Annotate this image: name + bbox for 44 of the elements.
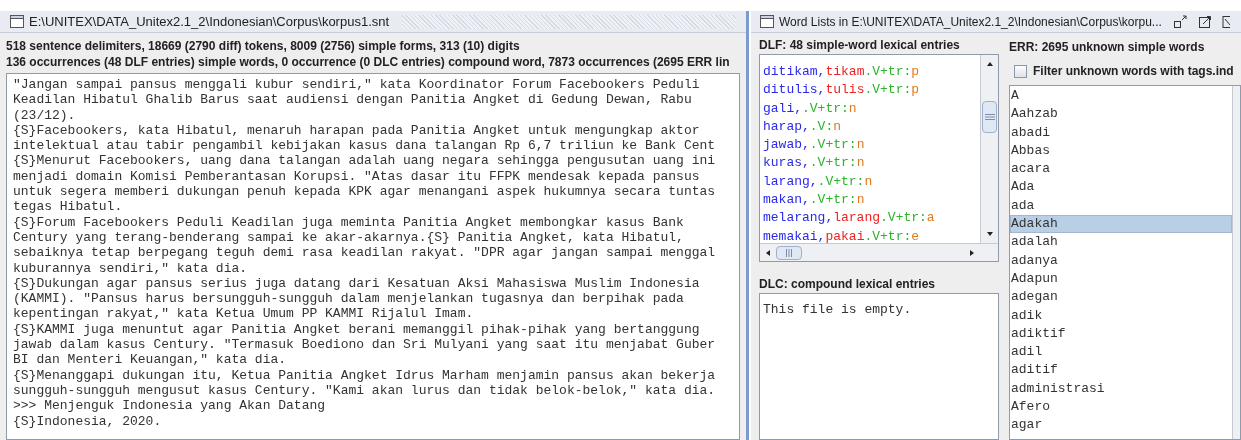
dlf-entry[interactable]: gali,.V+tr:n (763, 99, 980, 118)
word-item[interactable]: Adakah (1010, 215, 1232, 234)
text-line: (KAMMI). "Pansus harus bersungguh-sungguh dalam menjelankan tugasnya dan berpihak pada (13, 291, 685, 307)
text-line: sebaiknya tetap berpegang teguh demi rasa keadilan rakyat. "DPR agar jangan sampai menggal (13, 245, 717, 261)
window-title: E:\UNITEX\DATA_Unitex2.1_2\Indonesian\Corpus\korpus1.snt (29, 12, 390, 31)
window-title: Word Lists in E:\UNITEX\DATA_Unitex2.1_2\Indonesian\Corpus\korpu... (779, 13, 1162, 31)
dlf-label: DLF: 48 simple-word lexical entries (759, 37, 961, 53)
text-line: {S}Forum Facebookers Peduli Keadilan juga meminta Panitia Angket membongkar kasus Bank (13, 214, 685, 230)
dlc-label: DLC: compound lexical entries (759, 276, 937, 292)
text-line: {S}Dukungan agar pansus serius juga datang dari Kesatuan Aksi Mahasiswa Muslim Indonesia (13, 275, 701, 292)
dlf-entry[interactable]: makan,.V+tr:n (763, 191, 980, 210)
err-label: ERR: 2695 unknown simple words (1009, 39, 1206, 55)
text-line: intelektual atau tabir pengambil kebijakan kasus dana talangan Rp 6,7 triliun ke Bank Cent (13, 138, 717, 154)
dlf-entry[interactable]: melarang,larang.V+tr:a (763, 209, 980, 228)
text-line: {S}KAMMI juga menuntut agar Panitia Angket berani memanggil pihak-pihak yang bertanggung (13, 321, 701, 338)
text-line: {S}Menanggapi dukungan itu, Ketua Panitia Angket Idrus Marham menjamin pansus akan bekerja (13, 367, 717, 383)
text-line: "Jangan sampai pansus menggali kubur sendiri," kata Koordinator Forum Facebookers Peduli (13, 77, 701, 93)
text-line: Keadilan Hibatul Ghalib Barus saat audiensi dengan Panitia Angket di Gedung Dewan, Rabu (13, 92, 693, 108)
text-line: sungguh-sungguh mengusut kasus Century. "Kami akan lurus dan tidak belok-belok," kata dia. (13, 382, 717, 399)
text-line: {S}Indonesia, 2020. (13, 413, 163, 429)
text-line: {S}Menurut Facebookers, uang dana talangan adalah uang negara sehingga pengusutan uang ini (13, 153, 717, 169)
dlf-entry[interactable]: jawab,.V+tr:n (763, 136, 980, 155)
corpus-statistics: 136 occurrences (48 DLF entries) simple words, 0 occurrence (0 DLC entries) compound word, 7873 occurrences (2695 ERR lin (6, 54, 731, 70)
dlf-entry[interactable]: harap,.V:n (763, 117, 980, 137)
filter-checkbox-row[interactable]: Filter unknown words with tags.ind (1014, 62, 1241, 80)
text-line: menjadi domain Komisi Pemberantasan Korupsi. "Atas dasar itu FFPK mendesak kepada pansus (13, 168, 701, 185)
text-line: Century yang terang-benderang sampai ke akar-akarnya.{S} Panitia Angket, kata Hibatul, (13, 229, 685, 246)
text-line: {S}Facebookers, kata Hibatul, menaruh harapan pada Panitia Angket untuk mengungkap aktor (13, 122, 701, 139)
dlc-content: This file is empty. (763, 302, 912, 317)
text-line: jawab dalam kasus Century. "Termasuk Boediono dan Sri Mulyani yang saat itu menjabat Guber (13, 337, 717, 353)
text-line: kuburannya sendiri," kata dia. (13, 260, 249, 276)
dlf-entry[interactable]: larang,.V+tr:n (763, 172, 980, 192)
text-line: untuk segera memberi dukungan penuh kepada KPK agar menangani aspek hukumnya secara tuntas (13, 184, 717, 200)
text-line: >>> Menjenguk Indonesia yang Akan Datang (13, 398, 327, 414)
text-line: tegas Hibatul. (13, 199, 124, 215)
dlf-entry[interactable]: kuras,.V+tr:n (763, 154, 980, 173)
text-line: BI dan Menteri Keuangan," kata dia. (13, 352, 288, 368)
text-line: kepentingan rakyat," kata Ketua Umum PP KAMMI Rijalul Imam. (13, 306, 475, 322)
dlf-entry[interactable]: ditikam,tikam.V+tr:p (763, 63, 980, 82)
text-line: (23/12). (13, 107, 77, 123)
dlf-entry[interactable]: memakai,pakai.V+tr:e (763, 227, 980, 243)
filter-label: Filter unknown words with tags.ind (1033, 63, 1234, 80)
dlf-entry[interactable]: ditulis,tulis.V+tr:p (763, 81, 980, 100)
corpus-statistics: 518 sentence delimiters, 18669 (2790 diff) tokens, 8009 (2756) simple forms, 313 (10) digits (6, 38, 521, 54)
